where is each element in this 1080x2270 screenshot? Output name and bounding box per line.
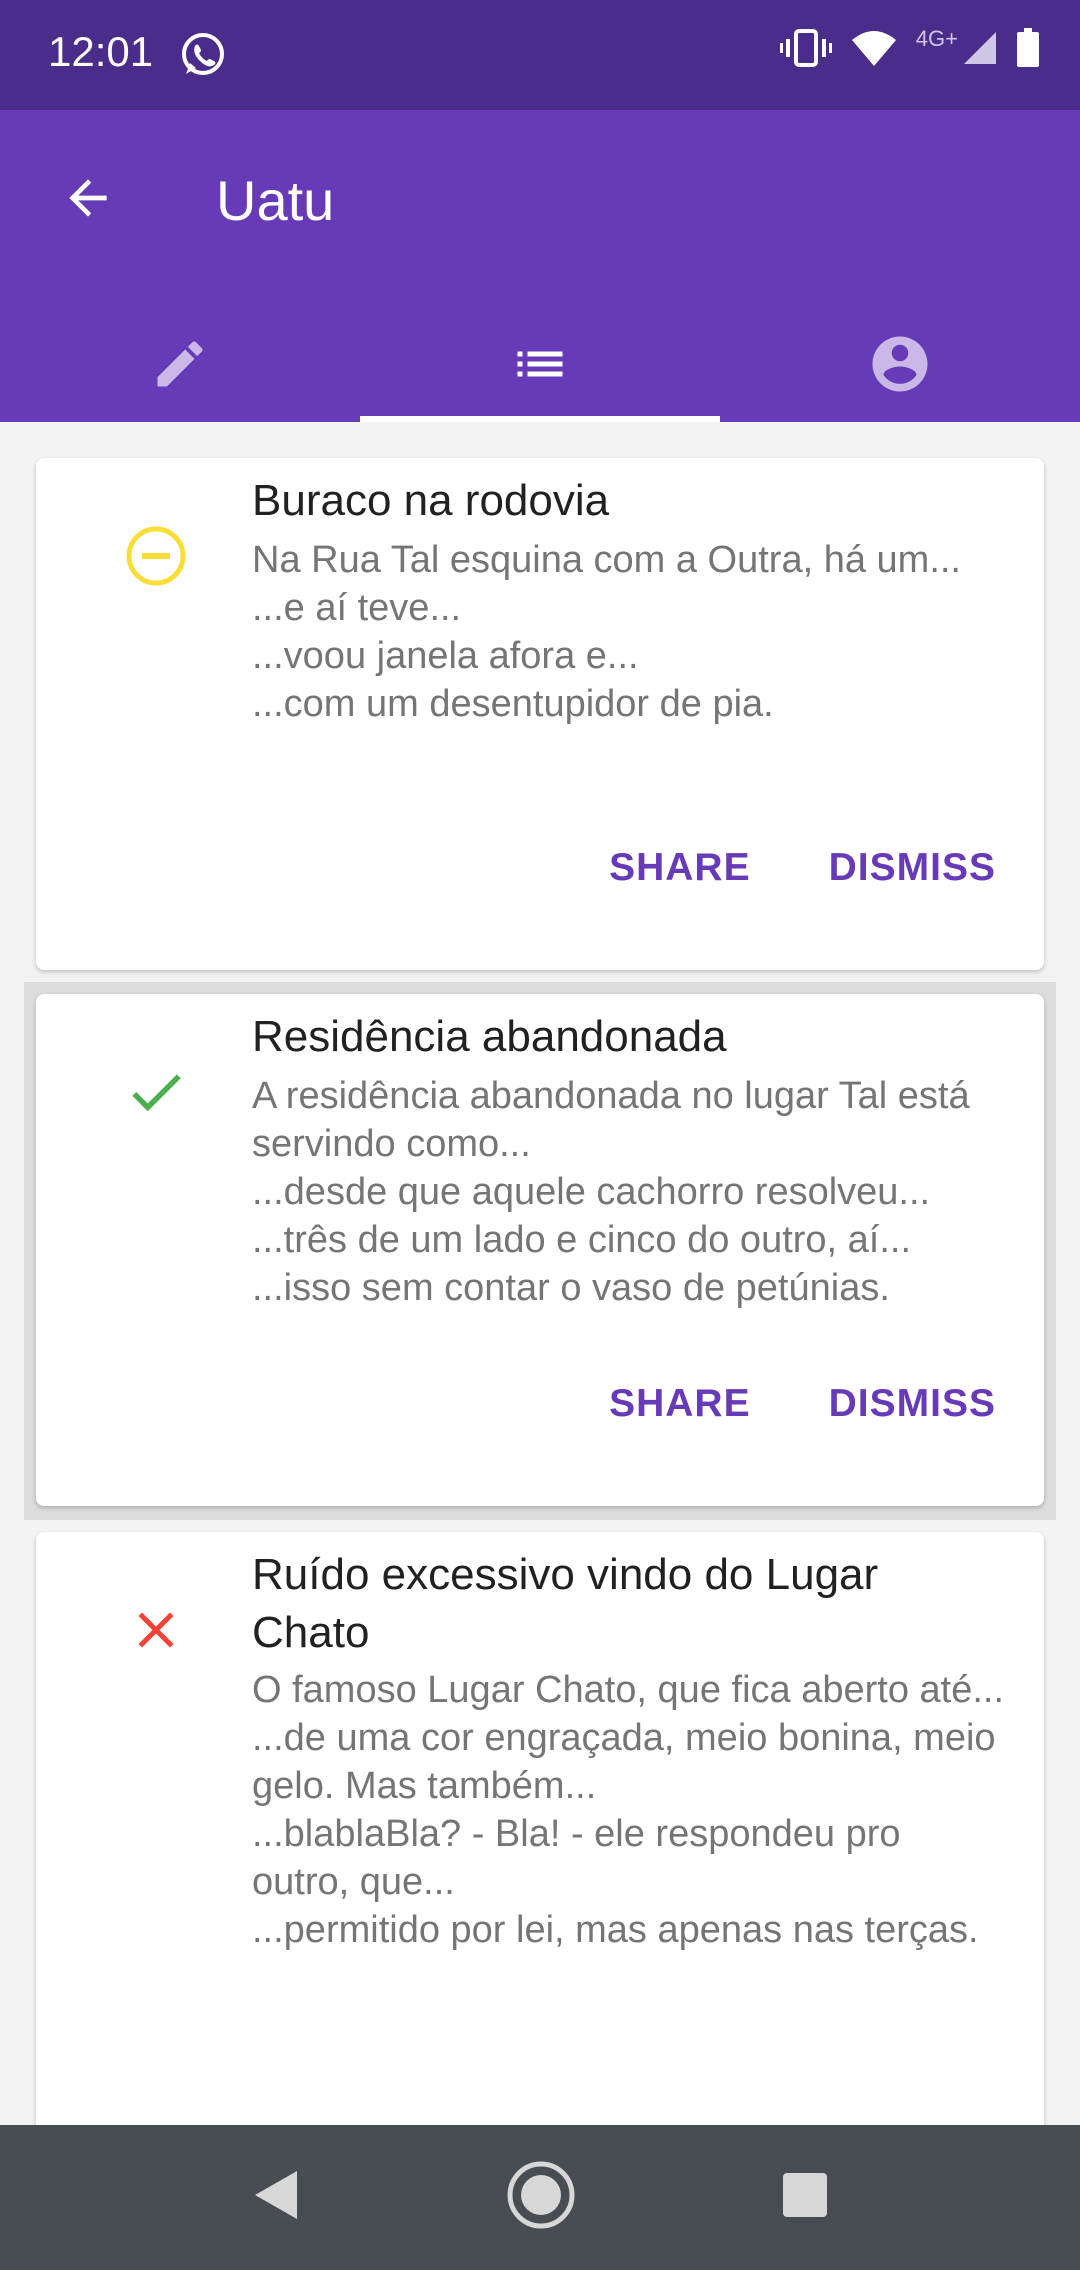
dismiss-button[interactable]: DISMISS (829, 1382, 996, 1426)
close-icon (86, 1580, 226, 1680)
share-button[interactable]: SHARE (609, 1382, 751, 1426)
report-list: Buraco na rodovia Na Rua Tal esquina com… (0, 422, 1080, 2125)
back-button[interactable] (48, 160, 128, 240)
pencil-icon (150, 334, 210, 399)
network-type-label: 4G+ (915, 25, 958, 51)
home-circle-icon[interactable] (506, 2160, 576, 2235)
dismiss-button[interactable]: DISMISS (829, 846, 996, 890)
report-card[interactable]: Residência abandonada A residência aband… (36, 994, 1044, 1506)
whatsapp-icon (178, 30, 228, 80)
recents-square-icon[interactable] (781, 2171, 829, 2224)
back-triangle-icon[interactable] (251, 2167, 301, 2228)
check-icon (86, 1042, 226, 1142)
system-nav-bar (0, 2125, 1080, 2270)
tab-account[interactable] (720, 310, 1080, 422)
arrow-back-icon (60, 170, 116, 231)
battery-icon (1016, 28, 1040, 73)
tab-bar (0, 310, 1080, 422)
card-body-line: ...com um desentupidor de pia. (252, 683, 774, 725)
card-body-line: ...desde que aquele cachorro resolveu... (252, 1171, 931, 1213)
card-body: A residência abandonada no lugar Tal est… (252, 1072, 1004, 1312)
card-body: O famoso Lugar Chato, que fica aberto at… (252, 1666, 1004, 1954)
app-title: Uatu (216, 169, 335, 232)
status-time: 12:01 (48, 28, 154, 75)
card-actions: SHARE DISMISS (609, 1382, 996, 1426)
card-actions: SHARE DISMISS (609, 846, 996, 890)
card-body-line: ...blablaBla? - Bla! - ele respondeu pro… (252, 1813, 901, 1903)
card-body-line: O famoso Lugar Chato, que fica aberto at… (252, 1669, 1005, 1711)
card-title: Ruído excessivo vindo do Lugar Chato (252, 1550, 879, 1657)
wifi-icon (850, 28, 898, 73)
card-body-line: ...e aí teve... (252, 587, 462, 629)
tab-edit[interactable] (0, 310, 360, 422)
app-bar: Uatu (0, 110, 1080, 422)
card-body-line: ...isso sem contar o vaso de petúnias. (252, 1267, 890, 1309)
signal-icon (962, 30, 998, 71)
card-body-line: ...permitido por lei, mas apenas nas ter… (252, 1909, 979, 1951)
card-body-line: A residência abandonada no lugar Tal est… (252, 1075, 970, 1165)
card-body-line: ...três de um lado e cinco do outro, aí.… (252, 1219, 912, 1261)
card-body: Na Rua Tal esquina com a Outra, há um...… (252, 536, 1004, 728)
card-body-line: ...de uma cor engraçada, meio bonina, me… (252, 1717, 996, 1807)
report-card[interactable]: Ruído excessivo vindo do Lugar Chato O f… (36, 1532, 1044, 2125)
minus-circle-icon (86, 506, 226, 606)
status-bar: 12:01 4G+ (0, 0, 1080, 110)
card-body-line: ...voou janela afora e... (252, 635, 639, 677)
tab-list[interactable] (360, 310, 720, 422)
list-icon (510, 334, 570, 399)
report-card[interactable]: Buraco na rodovia Na Rua Tal esquina com… (36, 458, 1044, 970)
share-button[interactable]: SHARE (609, 846, 751, 890)
card-body-line: Na Rua Tal esquina com a Outra, há um... (252, 539, 961, 581)
card-title: Residência abandonada (252, 1012, 727, 1061)
status-icons: 4G+ (779, 25, 1040, 73)
vibrate-icon (779, 28, 832, 73)
account-circle-icon (867, 331, 933, 402)
card-title: Buraco na rodovia (252, 476, 610, 525)
